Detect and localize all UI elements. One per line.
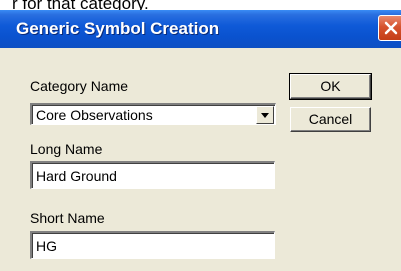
close-icon: [384, 21, 398, 35]
dialog-window: Generic Symbol Creation Category Name Co…: [0, 10, 401, 271]
category-name-select[interactable]: Core Observations: [30, 103, 276, 125]
dropdown-button[interactable]: [256, 106, 274, 124]
ok-button[interactable]: OK: [289, 73, 372, 100]
titlebar[interactable]: Generic Symbol Creation: [0, 10, 401, 48]
category-name-label: Category Name: [30, 78, 129, 94]
category-name-value: Core Observations: [36, 107, 153, 123]
close-button[interactable]: [378, 15, 401, 41]
long-name-label: Long Name: [30, 141, 103, 157]
short-name-label: Short Name: [30, 210, 105, 226]
chevron-down-icon: [261, 113, 269, 118]
dialog-title: Generic Symbol Creation: [16, 19, 220, 38]
cancel-button[interactable]: Cancel: [290, 107, 371, 132]
short-name-field[interactable]: HG: [30, 231, 275, 259]
long-name-field[interactable]: Hard Ground: [30, 161, 275, 189]
dialog-body: Category Name Core Observations Long Nam…: [4, 48, 401, 271]
